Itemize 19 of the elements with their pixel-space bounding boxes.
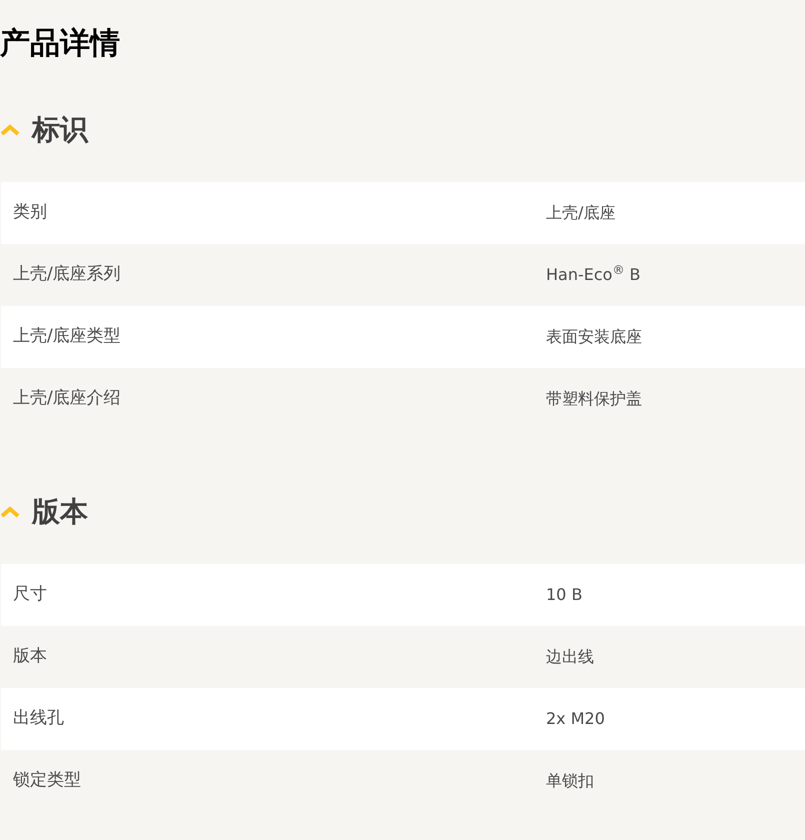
property-value: 表面安装底座 bbox=[546, 326, 642, 348]
property-label: 上壳/底座系列 bbox=[12, 263, 122, 286]
property-label: 锁定类型 bbox=[12, 769, 82, 792]
property-value: Han-Eco$^{®}$ B bbox=[546, 263, 641, 286]
section-heading: 版本 bbox=[32, 494, 88, 530]
property-value: 10 B bbox=[546, 584, 582, 606]
property-label: 上壳/底座介绍 bbox=[12, 387, 122, 410]
property-value: 边出线 bbox=[546, 646, 594, 668]
property-label: 版本 bbox=[12, 645, 48, 668]
property-value: 带塑料保护盖 bbox=[546, 388, 642, 410]
property-value: 2x M20 bbox=[546, 708, 605, 730]
page-title: 产品详情 bbox=[0, 25, 121, 63]
property-value: 上壳/底座 bbox=[546, 202, 616, 224]
property-label: 出线孔 bbox=[12, 707, 65, 730]
property-value: 单锁扣 bbox=[546, 770, 594, 792]
property-label: 上壳/底座类型 bbox=[12, 325, 122, 348]
property-label: 类别 bbox=[12, 201, 48, 224]
property-label: 尺寸 bbox=[12, 583, 48, 606]
section-heading: 标识 bbox=[32, 112, 88, 148]
